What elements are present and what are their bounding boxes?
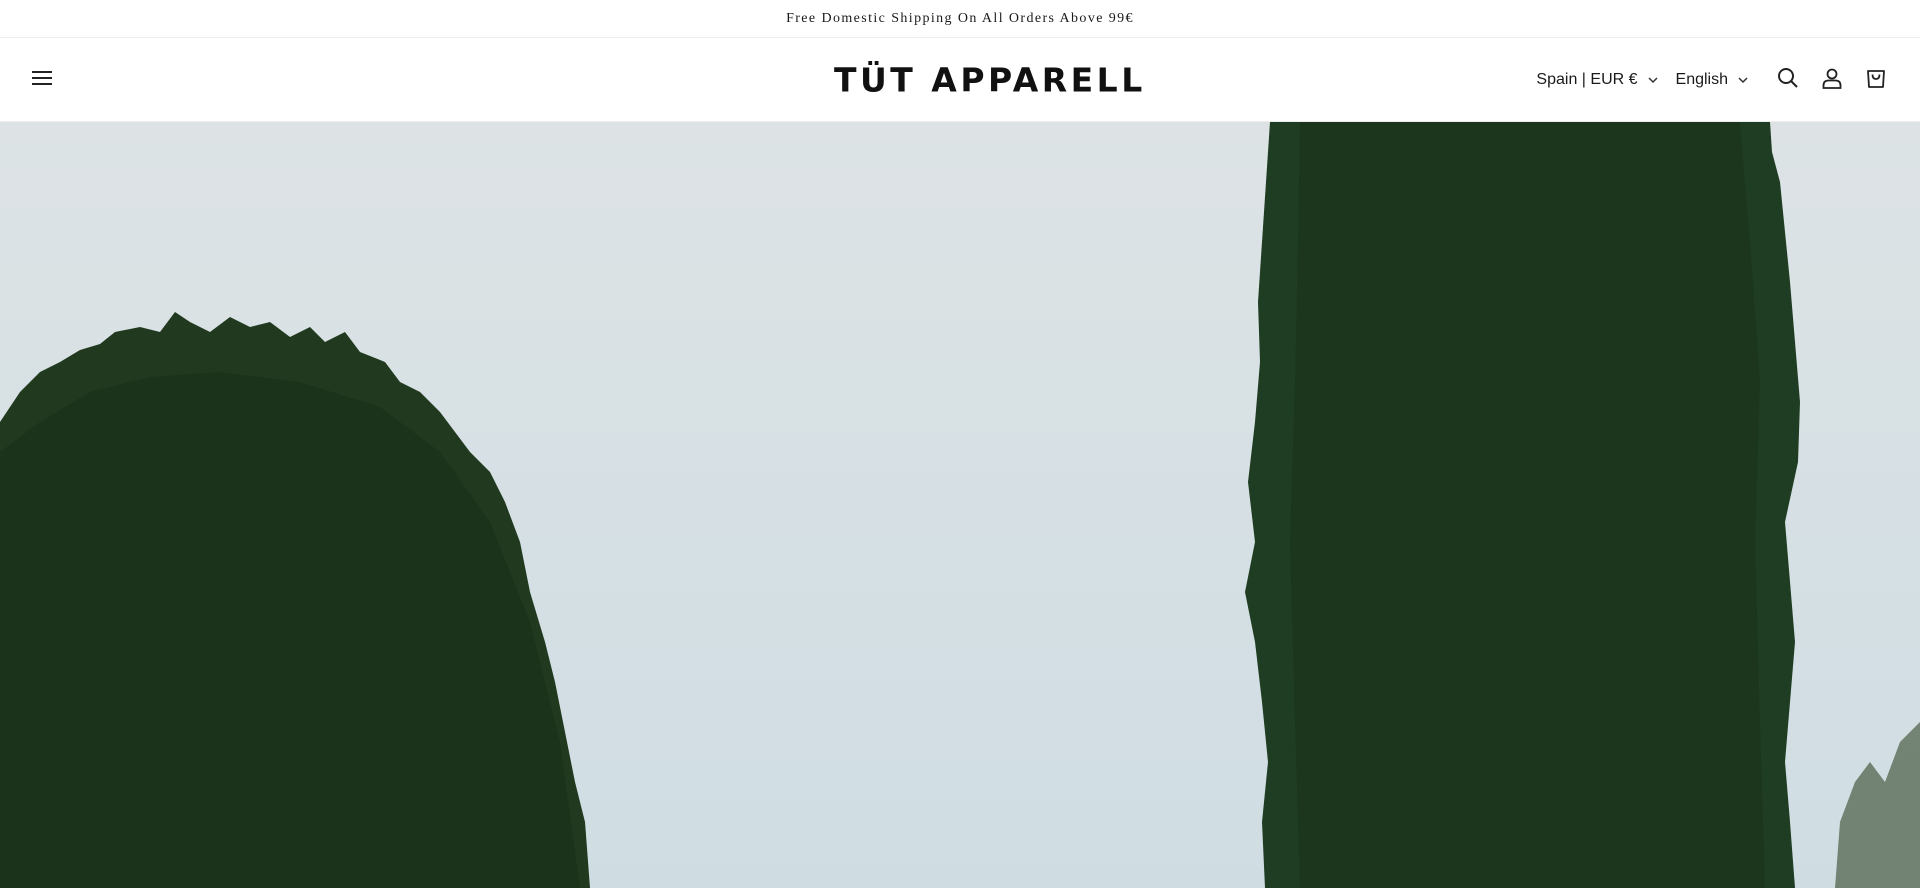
account-icon bbox=[1821, 67, 1843, 94]
country-selector-label: Spain | EUR € bbox=[1536, 71, 1638, 88]
language-selector[interactable]: English bbox=[1676, 71, 1748, 89]
chevron-down-icon bbox=[1647, 77, 1658, 83]
announcement-bar: Free Domestic Shipping On All Orders Abo… bbox=[0, 0, 1920, 38]
country-selector[interactable]: Spain | EUR € bbox=[1536, 71, 1658, 89]
hero-image bbox=[0, 122, 1920, 888]
hero-banner bbox=[0, 122, 1920, 888]
site-header: TÜT APPARELL Spain | EUR € English bbox=[0, 38, 1920, 122]
search-icon bbox=[1777, 67, 1799, 94]
language-selector-label: English bbox=[1675, 71, 1728, 88]
search-button[interactable] bbox=[1766, 58, 1810, 102]
site-logo[interactable]: TÜT APPARELL bbox=[834, 61, 1146, 100]
announcement-text: Free Domestic Shipping On All Orders Abo… bbox=[786, 10, 1134, 26]
account-button[interactable] bbox=[1810, 58, 1854, 102]
chevron-down-icon bbox=[1738, 77, 1748, 83]
hamburger-menu-icon bbox=[31, 69, 53, 92]
menu-button[interactable] bbox=[24, 62, 60, 98]
cart-button[interactable] bbox=[1854, 58, 1898, 102]
cart-icon bbox=[1865, 67, 1887, 94]
header-actions: Spain | EUR € English bbox=[1536, 38, 1898, 122]
